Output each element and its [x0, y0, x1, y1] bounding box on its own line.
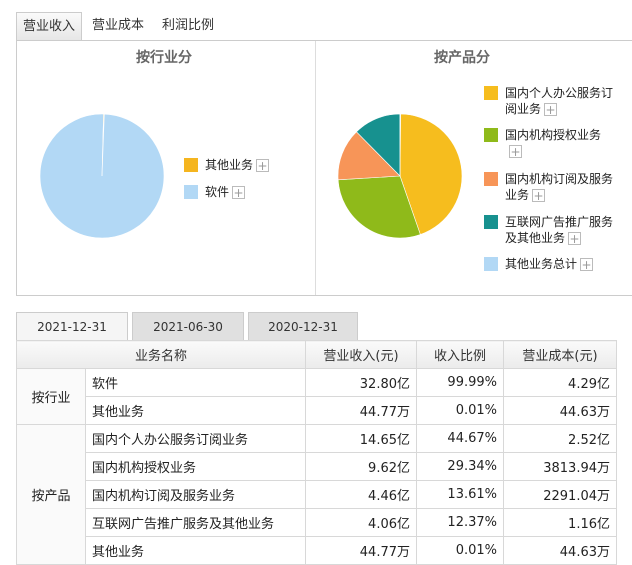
- row-name: 其他业务: [85, 536, 306, 565]
- revenue-table: 业务名称 营业收入(元) 收入比例 营业成本(元) 按行业 软件 32.80亿 …: [16, 340, 617, 565]
- legend-swatch-software: [184, 185, 198, 199]
- legend-item-other-total: 其他业务总计 +: [505, 256, 594, 272]
- group-label-industry: 按行业: [16, 368, 86, 425]
- date-tab-2021-06-30[interactable]: 2021-06-30: [132, 312, 244, 340]
- legend-label: 其他业务总计: [505, 257, 578, 271]
- row-cost: 2.52亿: [503, 424, 617, 453]
- row-ratio: 44.67%: [416, 424, 504, 453]
- row-ratio: 13.61%: [416, 480, 504, 509]
- tab-profit-ratio[interactable]: 利润比例: [156, 12, 220, 40]
- row-name: 互联网广告推广服务及其他业务: [85, 508, 306, 537]
- expand-plus-icon[interactable]: +: [232, 186, 246, 199]
- row-cost: 3813.94万: [503, 452, 617, 481]
- legend-item-institution-subscription: 国内机构订阅及服务 业务 +: [505, 171, 613, 203]
- legend-label-line2: 阅业务: [505, 102, 542, 116]
- row-ratio: 99.99%: [416, 368, 504, 397]
- expand-plus-icon[interactable]: +: [509, 145, 522, 158]
- table-row: 按产品 国内个人办公服务订阅业务 14.65亿 44.67% 2.52亿: [16, 424, 617, 565]
- table-row: 其他业务 44.77万 0.01% 44.63万: [17, 536, 617, 565]
- industry-pie-chart: [39, 113, 165, 239]
- expand-plus-icon[interactable]: +: [532, 189, 546, 202]
- row-cost: 2291.04万: [503, 480, 617, 509]
- legend-item-other: 其他业务 +: [205, 157, 270, 173]
- row-ratio: 12.37%: [416, 508, 504, 537]
- row-revenue: 44.77万: [305, 396, 417, 425]
- row-cost: 1.16亿: [503, 508, 617, 537]
- legend-swatch-internet-ads: [484, 215, 498, 229]
- col-cost: 营业成本(元): [503, 340, 617, 369]
- row-cost: 44.63万: [503, 396, 617, 425]
- row-ratio: 0.01%: [416, 536, 504, 565]
- row-name: 软件: [85, 368, 306, 397]
- legend-label: 软件: [205, 185, 230, 199]
- right-chart-title: 按产品分: [434, 50, 490, 66]
- table-row: 互联网广告推广服务及其他业务 4.06亿 12.37% 1.16亿: [17, 508, 617, 537]
- row-name: 国内个人办公服务订阅业务: [85, 424, 306, 453]
- panel-divider: [315, 41, 316, 295]
- table-row: 其他业务 44.77万 0.01% 44.63万: [17, 396, 617, 425]
- group-label-product: 按产品: [16, 424, 86, 565]
- row-revenue: 4.46亿: [305, 480, 417, 509]
- expand-plus-icon[interactable]: +: [256, 159, 270, 172]
- date-tab-2021-12-31[interactable]: 2021-12-31: [16, 312, 128, 340]
- expand-plus-icon[interactable]: +: [568, 232, 582, 245]
- legend-label: 其他业务: [205, 158, 254, 172]
- legend-item-software: 软件 +: [205, 184, 246, 200]
- legend-item-internet-ads: 互联网广告推广服务 及其他业务 +: [505, 214, 613, 246]
- legend-item-institution-license: 国内机构授权业务 +: [505, 127, 601, 159]
- row-revenue: 9.62亿: [305, 452, 417, 481]
- legend-swatch-other-total: [484, 257, 498, 271]
- expand-plus-icon[interactable]: +: [580, 258, 594, 271]
- col-revenue: 营业收入(元): [305, 340, 417, 369]
- row-cost: 4.29亿: [503, 368, 617, 397]
- row-name: 国内机构授权业务: [85, 452, 306, 481]
- row-revenue: 32.80亿: [305, 368, 417, 397]
- row-revenue: 44.77万: [305, 536, 417, 565]
- legend-label-line2: 及其他业务: [505, 231, 566, 245]
- legend-label-line1: 国内机构授权业务: [505, 128, 602, 142]
- tab-cost[interactable]: 营业成本: [86, 12, 150, 40]
- legend-swatch-other: [184, 158, 198, 172]
- row-ratio: 29.34%: [416, 452, 504, 481]
- table-row: 国内机构订阅及服务业务 4.46亿 13.61% 2291.04万: [17, 480, 617, 509]
- row-name: 其他业务: [85, 396, 306, 425]
- row-ratio: 0.01%: [416, 396, 504, 425]
- legend-label-line1: 互联网广告推广服务: [505, 215, 614, 229]
- legend-swatch-personal-office: [484, 86, 498, 100]
- legend-item-personal-office: 国内个人办公服务订 阅业务 +: [505, 85, 613, 117]
- legend-swatch-institution-license: [484, 128, 498, 142]
- legend-label-line1: 国内机构订阅及服务: [505, 172, 614, 186]
- table-row: 国内机构授权业务 9.62亿 29.34% 3813.94万: [17, 452, 617, 481]
- table-row: 按行业 软件 32.80亿 99.99% 4.29亿: [16, 368, 617, 425]
- tab-revenue[interactable]: 营业收入: [16, 12, 82, 41]
- col-ratio: 收入比例: [416, 340, 504, 369]
- date-tab-2020-12-31[interactable]: 2020-12-31: [248, 312, 358, 340]
- legend-label-line1: 国内个人办公服务订: [505, 86, 614, 100]
- expand-plus-icon[interactable]: +: [544, 103, 558, 116]
- row-revenue: 14.65亿: [305, 424, 417, 453]
- row-name: 国内机构订阅及服务业务: [85, 480, 306, 509]
- row-cost: 44.63万: [503, 536, 617, 565]
- col-business-name: 业务名称: [16, 340, 306, 369]
- left-chart-title: 按行业分: [136, 50, 192, 66]
- table-header-row: 业务名称 营业收入(元) 收入比例 营业成本(元): [16, 340, 617, 369]
- row-revenue: 4.06亿: [305, 508, 417, 537]
- product-pie-chart: [337, 113, 463, 239]
- legend-label-line2: 业务: [505, 188, 530, 202]
- legend-swatch-institution-subscription: [484, 172, 498, 186]
